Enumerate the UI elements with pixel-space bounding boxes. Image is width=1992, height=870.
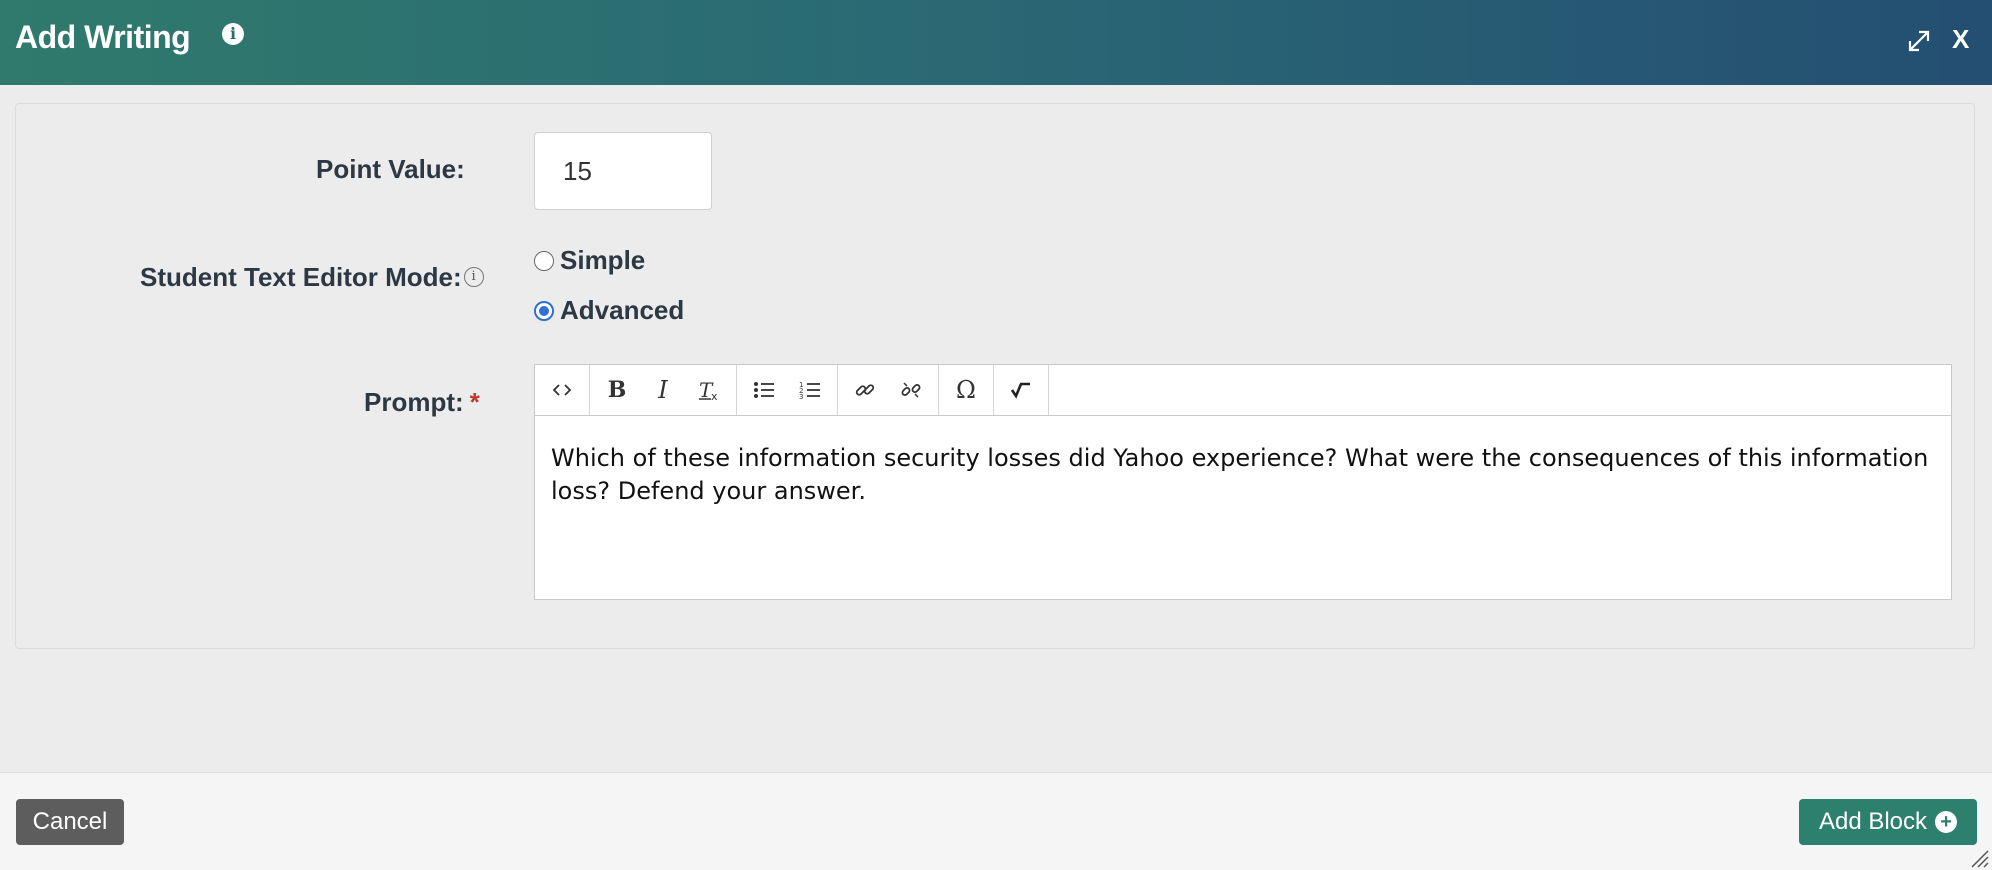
- prompt-rich-text-editor[interactable]: B I Tx 123 Ω Which of these information …: [534, 364, 1952, 600]
- plus-circle-icon: +: [1935, 811, 1958, 833]
- add-block-button[interactable]: Add Block +: [1799, 799, 1977, 845]
- editor-mode-info-icon[interactable]: i: [463, 267, 484, 288]
- radio-simple-label: Simple: [560, 245, 646, 275]
- numbered-list-icon[interactable]: 123: [787, 370, 833, 410]
- italic-icon[interactable]: I: [640, 370, 686, 410]
- dialog-title: Add Writing: [15, 19, 191, 55]
- bulleted-list-icon[interactable]: [741, 370, 787, 410]
- prompt-text-area[interactable]: Which of these information security loss…: [535, 416, 1951, 534]
- close-button[interactable]: X: [1952, 24, 1969, 54]
- expand-icon[interactable]: [1906, 28, 1932, 54]
- editor-mode-label-text: Student Text Editor Mode:: [140, 262, 462, 292]
- toolbar-group-special: Ω: [939, 365, 994, 415]
- toolbar-group-source: [535, 365, 590, 415]
- dialog-header: Add Writing i X: [0, 0, 1992, 85]
- prompt-label-text: Prompt:: [364, 387, 464, 417]
- bold-icon[interactable]: B: [594, 370, 640, 410]
- remove-format-icon[interactable]: Tx: [686, 370, 732, 410]
- math-equation-icon[interactable]: [998, 370, 1044, 410]
- point-value-label: Point Value:: [316, 154, 465, 184]
- add-writing-dialog: Add Writing i X Point Value: 15 Student …: [0, 0, 1992, 870]
- radio-simple-circle[interactable]: [534, 250, 554, 271]
- link-icon[interactable]: [842, 370, 888, 410]
- cancel-button[interactable]: Cancel: [16, 799, 124, 845]
- toolbar-group-lists: 123: [737, 365, 838, 415]
- info-icon[interactable]: i: [222, 23, 244, 45]
- required-marker: *: [469, 387, 480, 417]
- dialog-footer: Cancel Add Block +: [0, 772, 1992, 870]
- unlink-icon[interactable]: [888, 370, 934, 410]
- prompt-label: Prompt: *: [364, 387, 480, 417]
- svg-text:x: x: [711, 390, 718, 403]
- editor-toolbar: B I Tx 123 Ω: [535, 365, 1951, 416]
- source-code-icon[interactable]: [539, 370, 585, 410]
- toolbar-group-links: [838, 365, 939, 415]
- svg-text:3: 3: [799, 393, 803, 401]
- radio-advanced[interactable]: Advanced: [534, 295, 684, 326]
- point-value-input[interactable]: 15: [534, 132, 712, 210]
- special-character-icon[interactable]: Ω: [943, 370, 989, 410]
- toolbar-group-math: [994, 365, 1049, 415]
- resize-grip-icon[interactable]: [1968, 847, 1990, 869]
- editor-mode-label: Student Text Editor Mode: i: [140, 262, 484, 292]
- radio-simple[interactable]: Simple: [534, 245, 645, 276]
- form-panel: Point Value: 15 Student Text Editor Mode…: [15, 103, 1975, 649]
- radio-advanced-label: Advanced: [560, 295, 685, 325]
- add-block-label: Add Block: [1818, 808, 1928, 835]
- toolbar-group-format: B I Tx: [590, 365, 737, 415]
- radio-advanced-circle[interactable]: [534, 300, 554, 321]
